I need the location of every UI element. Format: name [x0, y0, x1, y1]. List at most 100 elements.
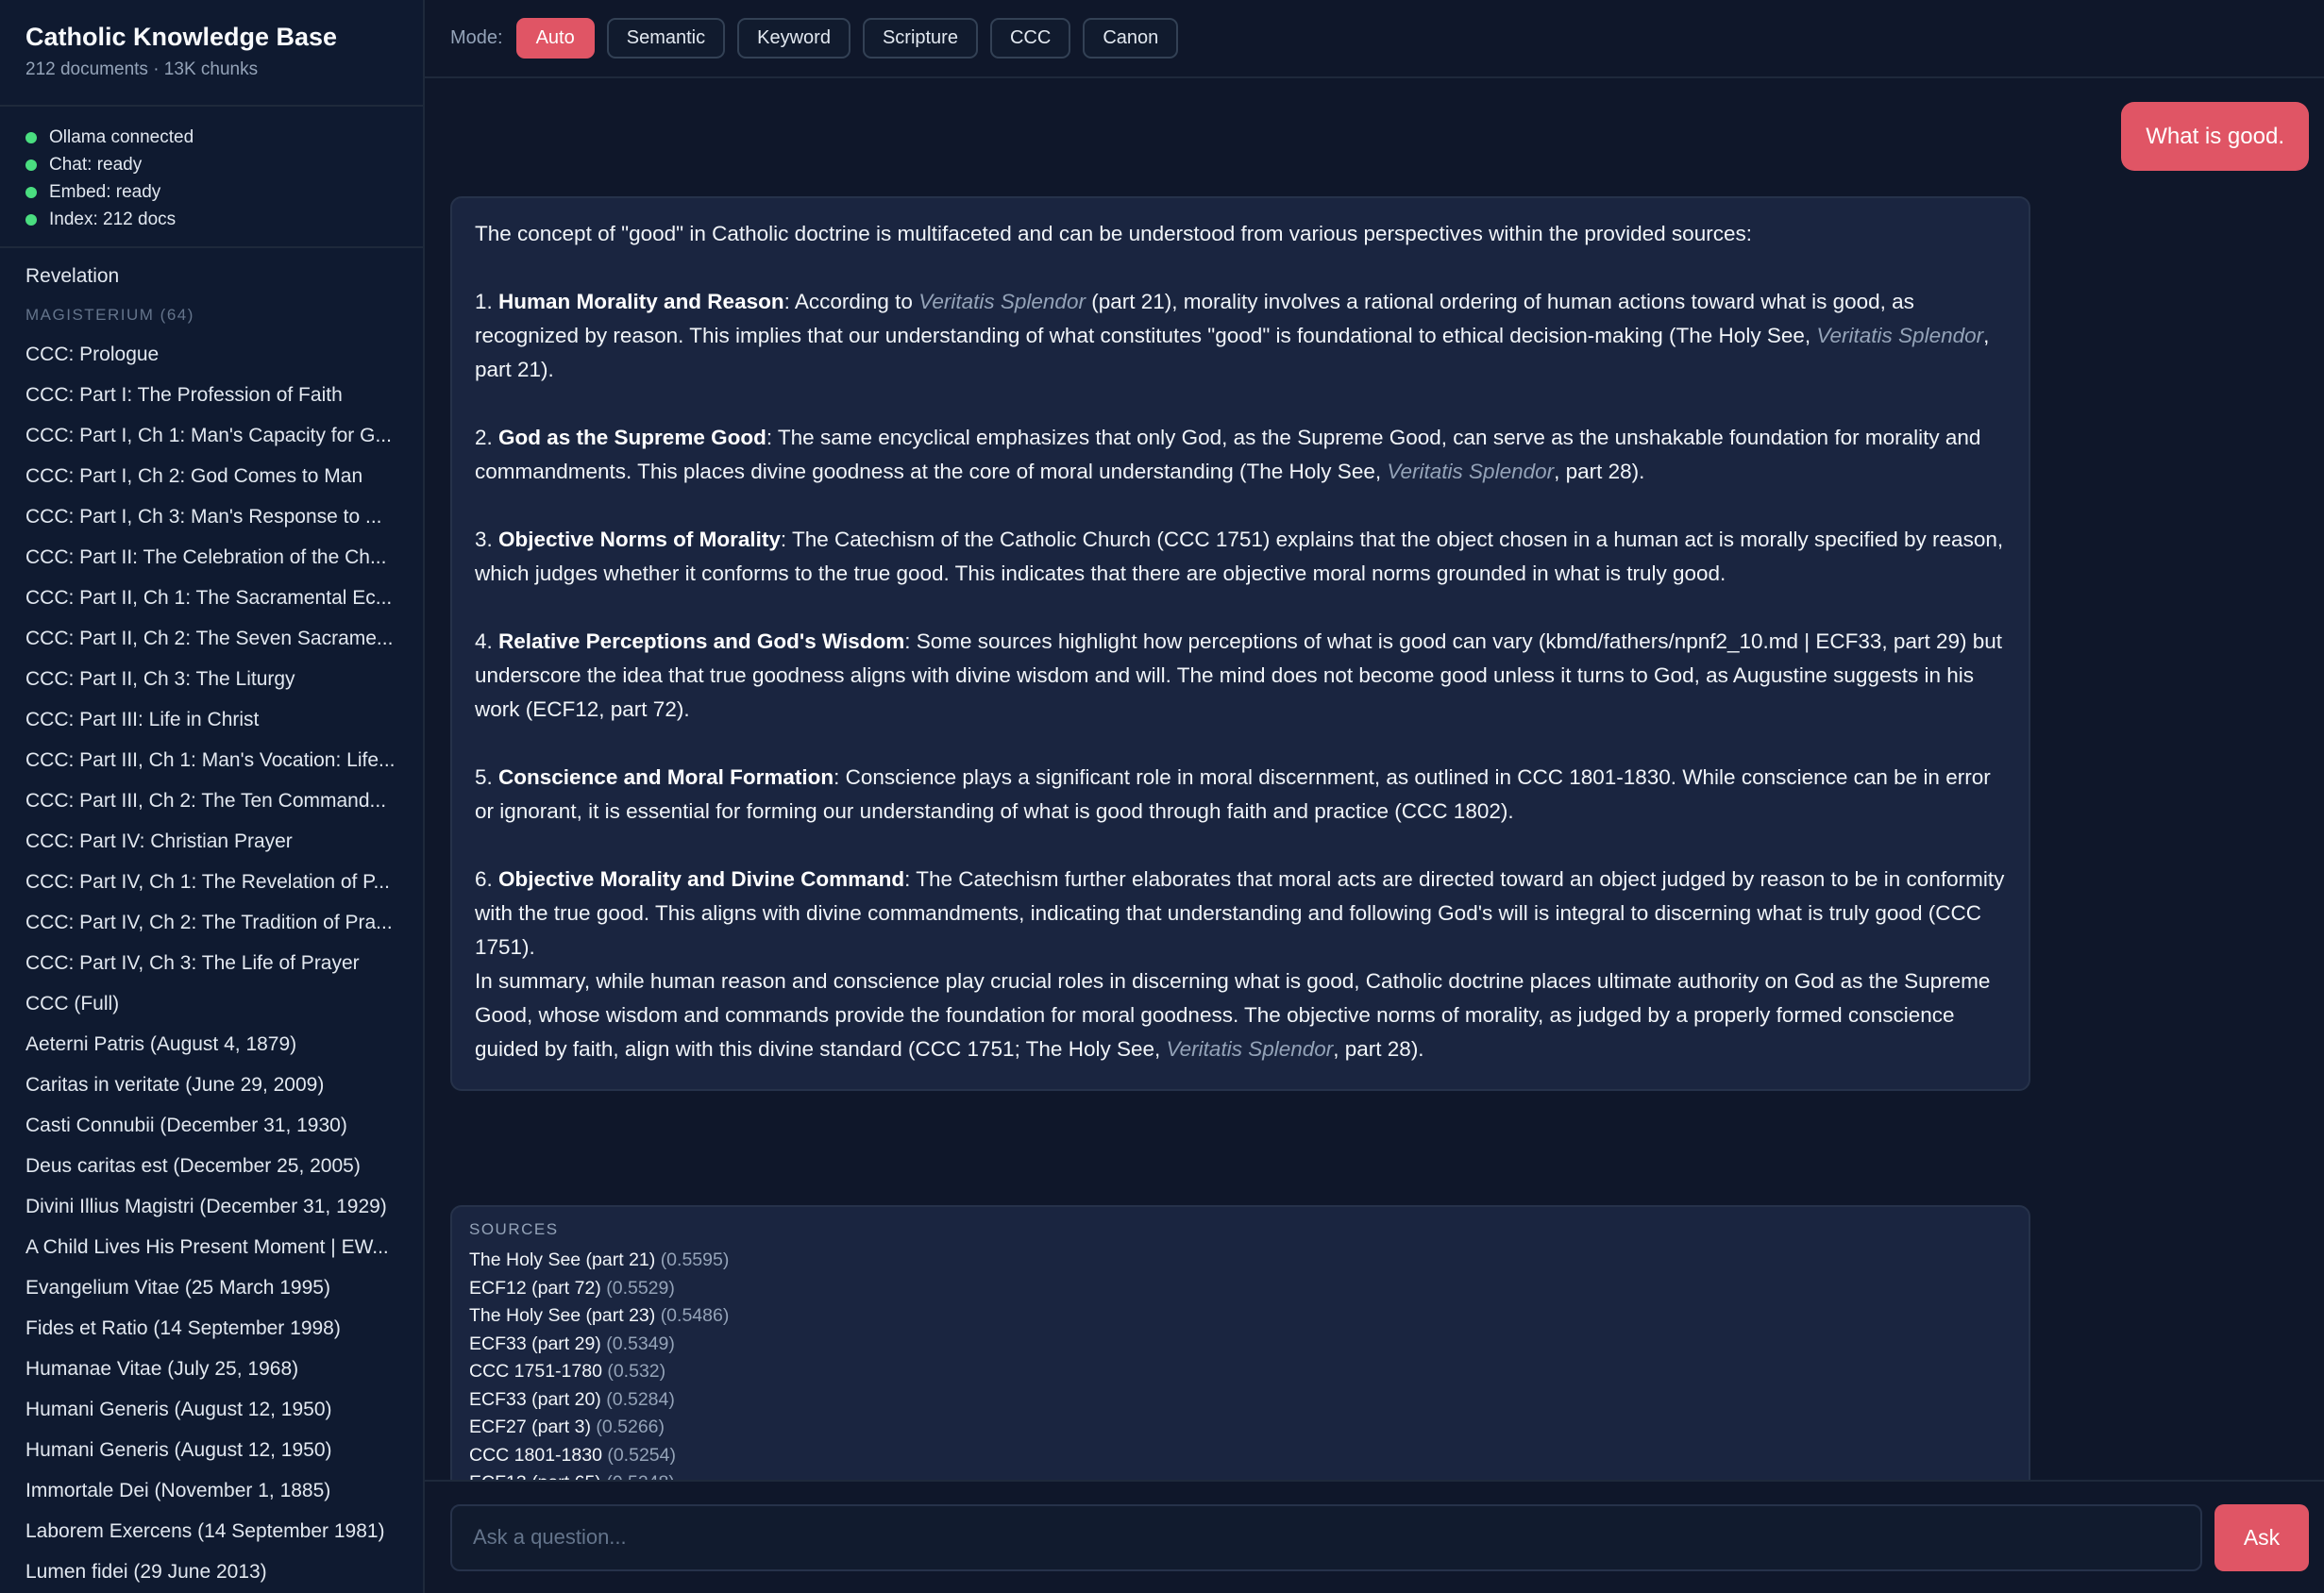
document-item[interactable]: Divini Illius Magistri (December 31, 192… — [0, 1186, 423, 1227]
status-label: Ollama connected — [49, 126, 194, 147]
document-item[interactable]: CCC (Full) — [0, 983, 423, 1024]
document-item[interactable]: Humani Generis (August 12, 1950) — [0, 1389, 423, 1430]
status-label: Chat: ready — [49, 154, 143, 175]
source-score: (0.5266) — [596, 1417, 665, 1437]
source-item[interactable]: ECF27 (part 3) (0.5266) — [469, 1414, 2012, 1442]
status-ollama: Ollama connected — [25, 124, 397, 151]
document-item[interactable]: Lumen fidei (29 June 2013) — [0, 1551, 423, 1592]
document-item[interactable]: CCC: Part II, Ch 1: The Sacramental Ec..… — [0, 578, 423, 618]
main-panel: Mode: Auto Semantic Keyword Scripture CC… — [425, 0, 2324, 1593]
answer-point: 1. Human Morality and Reason: According … — [475, 285, 2006, 387]
source-item[interactable]: The Holy See (part 23) (0.5486) — [469, 1302, 2012, 1331]
answer-point: 2. God as the Supreme Good: The same enc… — [475, 421, 2006, 489]
document-item[interactable]: CCC: Part IV, Ch 3: The Life of Prayer — [0, 943, 423, 983]
status-dot-icon — [25, 186, 37, 198]
source-score: (0.5486) — [660, 1305, 730, 1326]
document-item-revelation[interactable]: Revelation — [0, 256, 423, 296]
source-item[interactable]: ECF33 (part 20) (0.5284) — [469, 1386, 2012, 1415]
source-item[interactable]: ECF33 (part 29) (0.5349) — [469, 1331, 2012, 1359]
point-number: 3. — [475, 528, 499, 551]
mode-button-keyword[interactable]: Keyword — [737, 18, 850, 59]
source-name: CCC 1751-1780 — [469, 1361, 602, 1382]
answer-point: 4. Relative Perceptions and God's Wisdom… — [475, 625, 2006, 727]
source-item[interactable]: The Holy See (part 21) (0.5595) — [469, 1247, 2012, 1275]
document-item[interactable]: CCC: Part IV, Ch 1: The Revelation of P.… — [0, 862, 423, 902]
document-item[interactable]: A Child Lives His Present Moment | EW... — [0, 1227, 423, 1267]
source-item[interactable]: CCC 1801-1830 (0.5254) — [469, 1442, 2012, 1470]
source-score: (0.5595) — [660, 1249, 730, 1270]
document-item[interactable]: Immortale Dei (November 1, 1885) — [0, 1470, 423, 1511]
point-title: Human Morality and Reason — [498, 290, 784, 313]
document-item[interactable]: CCC: Part I, Ch 3: Man's Response to ... — [0, 496, 423, 537]
document-item[interactable]: Fides et Ratio (14 September 1998) — [0, 1308, 423, 1349]
mode-button-ccc[interactable]: CCC — [989, 18, 1071, 59]
source-item[interactable]: ECF12 (part 72) (0.5529) — [469, 1275, 2012, 1303]
source-item[interactable]: CCC 1751-1780 (0.532) — [469, 1358, 2012, 1386]
document-item[interactable]: CCC: Prologue — [0, 334, 423, 375]
document-item[interactable]: CCC: Part IV: Christian Prayer — [0, 821, 423, 862]
document-list: Revelation MAGISTERIUM (64) CCC: Prologu… — [0, 248, 423, 1593]
document-item[interactable]: CCC: Part IV, Ch 2: The Tradition of Pra… — [0, 902, 423, 943]
sidebar-header: Catholic Knowledge Base 212 documents · … — [0, 0, 423, 107]
source-name: ECF27 (part 3) — [469, 1417, 591, 1437]
status-index: Index: 212 docs — [25, 206, 397, 233]
source-name: ECF33 (part 20) — [469, 1388, 601, 1410]
source-name: ECF12 (part 72) — [469, 1277, 601, 1299]
document-item[interactable]: CCC: Part I, Ch 2: God Comes to Man — [0, 456, 423, 496]
document-item[interactable]: CCC: Part I, Ch 1: Man's Capacity for G.… — [0, 415, 423, 456]
sidebar: Catholic Knowledge Base 212 documents · … — [0, 0, 425, 1593]
sources-heading: SOURCES — [469, 1220, 559, 1238]
document-item[interactable]: CCC: Part III: Life in Christ — [0, 699, 423, 740]
answer-summary: In summary, while human reason and consc… — [475, 964, 2006, 1066]
document-item[interactable]: Laborem Exercens (14 September 1981) — [0, 1511, 423, 1551]
document-item[interactable]: Evangelium Vitae (25 March 1995) — [0, 1267, 423, 1308]
composer: Ask — [425, 1480, 2324, 1593]
source-name: CCC 1801-1830 — [469, 1444, 602, 1466]
point-text: , part 28). — [1554, 460, 1645, 483]
document-item[interactable]: Casti Connubii (December 31, 1930) — [0, 1105, 423, 1146]
answer-point: 6. Objective Morality and Divine Command… — [475, 863, 2006, 964]
document-item[interactable]: Deus caritas est (December 25, 2005) — [0, 1146, 423, 1186]
question-input[interactable] — [450, 1503, 2202, 1571]
section-heading-magisterium: MAGISTERIUM (64) — [25, 306, 194, 324]
document-item[interactable]: CCC: Part II: The Celebration of the Ch.… — [0, 537, 423, 578]
mode-button-semantic[interactable]: Semantic — [606, 18, 726, 59]
answer-point: 5. Conscience and Moral Formation: Consc… — [475, 761, 2006, 829]
mode-button-canon[interactable]: Canon — [1083, 18, 1179, 59]
document-item[interactable]: Aeterni Patris (August 4, 1879) — [0, 1024, 423, 1065]
point-number: 4. — [475, 629, 499, 653]
document-item[interactable]: Humanae Vitae (July 25, 1968) — [0, 1349, 423, 1389]
mode-button-auto[interactable]: Auto — [515, 18, 595, 59]
app-subtitle: 212 documents · 13K chunks — [25, 59, 259, 79]
document-item[interactable]: CCC: Part I: The Profession of Faith — [0, 375, 423, 415]
point-title: Objective Morality and Divine Command — [498, 867, 905, 891]
point-title: God as the Supreme Good — [498, 426, 766, 449]
document-item[interactable]: Humani Generis (August 12, 1950) — [0, 1430, 423, 1470]
status-dot-icon — [25, 131, 37, 143]
document-item[interactable]: Caritas in veritate (June 29, 2009) — [0, 1065, 423, 1105]
point-citation: Veritatis Splendor — [918, 290, 1086, 313]
point-title: Objective Norms of Morality — [498, 528, 781, 551]
status-dot-icon — [25, 159, 37, 171]
assistant-answer: The concept of "good" in Catholic doctri… — [450, 196, 2030, 1091]
status-label: Index: 212 docs — [49, 209, 177, 229]
mode-label: Mode: — [450, 27, 503, 48]
mode-toolbar: Mode: Auto Semantic Keyword Scripture CC… — [425, 0, 2324, 78]
document-item[interactable]: CCC: Part III, Ch 1: Man's Vocation: Lif… — [0, 740, 423, 780]
source-score: (0.5254) — [607, 1444, 676, 1466]
mode-button-scripture[interactable]: Scripture — [862, 18, 978, 59]
source-score: (0.5529) — [606, 1277, 675, 1299]
source-name: ECF33 (part 29) — [469, 1333, 601, 1354]
point-number: 1. — [475, 290, 499, 313]
app-title: Catholic Knowledge Base — [25, 23, 338, 51]
document-item[interactable]: CCC: Part III, Ch 2: The Ten Command... — [0, 780, 423, 821]
document-item[interactable]: CCC: Part II, Ch 3: The Liturgy — [0, 659, 423, 699]
ask-button[interactable]: Ask — [2215, 1503, 2309, 1571]
app-root: Catholic Knowledge Base 212 documents · … — [0, 0, 2324, 1593]
source-name: The Holy See (part 21) — [469, 1249, 656, 1270]
document-item[interactable]: CCC: Part II, Ch 2: The Seven Sacrame... — [0, 618, 423, 659]
point-citation: Veritatis Splendor — [1816, 324, 1984, 347]
status-embed: Embed: ready — [25, 178, 397, 206]
point-title: Conscience and Moral Formation — [498, 765, 834, 789]
summary-text-end: , part 28). — [1333, 1037, 1424, 1061]
